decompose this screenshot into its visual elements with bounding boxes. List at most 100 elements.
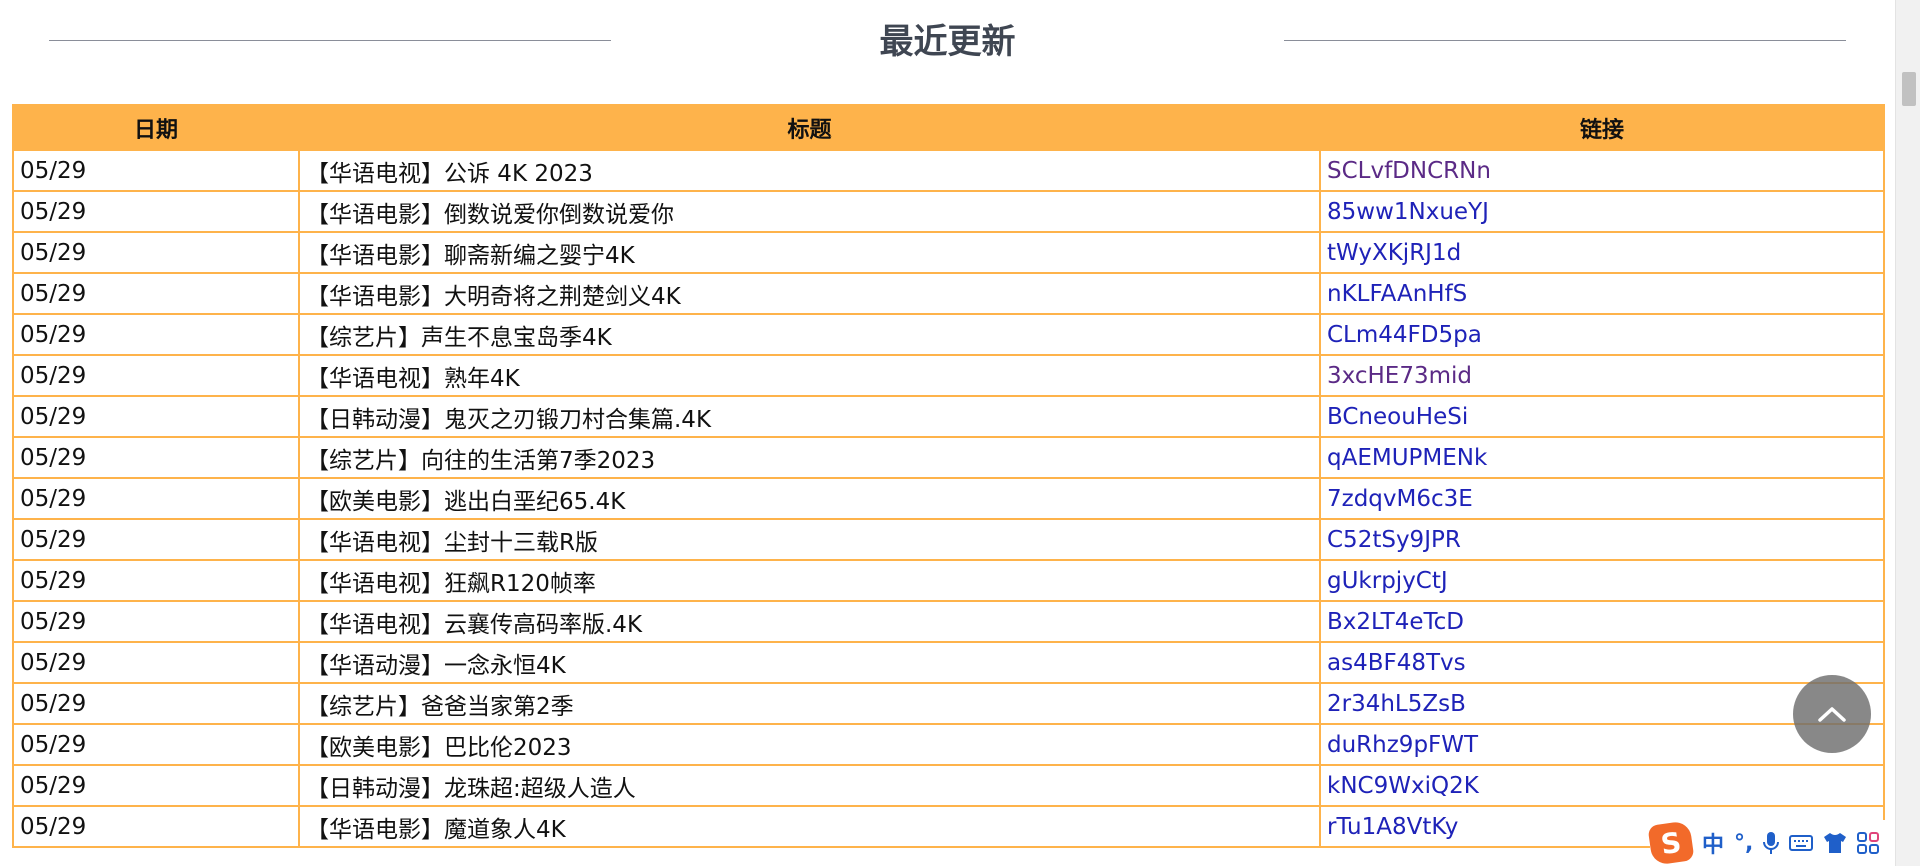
ime-skin-button[interactable] — [1823, 832, 1847, 854]
row-title: 【综艺片】向往的生活第7季2023 — [298, 436, 1321, 479]
row-link[interactable]: rTu1A8VtKy — [1327, 814, 1458, 840]
row-date: 05/29 — [12, 559, 300, 602]
row-title: 【华语电影】大明奇将之荆楚剑义4K — [298, 272, 1321, 315]
row-title: 【华语电视】公诉 4K 2023 — [298, 149, 1321, 192]
ime-toolbox-button[interactable] — [1857, 832, 1880, 854]
ime-language-toggle[interactable]: 中 — [1702, 827, 1724, 859]
row-link-cell: tWyXKjRJ1d — [1319, 231, 1885, 274]
row-title: 【华语电视】熟年4K — [298, 354, 1321, 397]
updates-table: 日期 标题 链接 05/29 【华语电视】公诉 4K 2023 SCLvfDNCRN… — [12, 104, 1885, 848]
row-title: 【综艺片】声生不息宝岛季4K — [298, 313, 1321, 356]
row-title: 【综艺片】爸爸当家第2季 — [298, 682, 1321, 725]
row-link-cell: qAEMUPMENk — [1319, 436, 1885, 479]
row-link-cell: kNC9WxiQ2K — [1319, 764, 1885, 807]
row-link[interactable]: kNC9WxiQ2K — [1327, 773, 1479, 799]
row-link-cell: 7zdqvM6c3E — [1319, 477, 1885, 520]
table-row: 05/29 【华语电影】魔道象人4K rTu1A8VtKy — [12, 805, 1885, 848]
row-title: 【华语电视】尘封十三载R版 — [298, 518, 1321, 561]
row-link[interactable]: C52tSy9JPR — [1327, 527, 1461, 553]
ime-keyboard-button[interactable] — [1789, 834, 1814, 852]
row-title: 【欧美电影】巴比伦2023 — [298, 723, 1321, 766]
row-date: 05/29 — [12, 764, 300, 807]
back-to-top-button[interactable] — [1793, 675, 1871, 753]
row-link[interactable]: tWyXKjRJ1d — [1327, 240, 1461, 266]
row-link-cell: C52tSy9JPR — [1319, 518, 1885, 561]
ime-logo[interactable]: S — [1647, 820, 1695, 866]
header-divider-right — [1284, 40, 1846, 41]
row-date: 05/29 — [12, 682, 300, 725]
row-date: 05/29 — [12, 313, 300, 356]
row-title: 【日韩动漫】鬼灭之刃锻刀村合集篇.4K — [298, 395, 1321, 438]
row-link[interactable]: gUkrpjyCtJ — [1327, 568, 1448, 594]
section-title: 最近更新 — [879, 22, 1016, 62]
table-row: 05/29 【华语电影】倒数说爱你倒数说爱你 85ww1NxueYJ — [12, 190, 1885, 233]
table-row: 05/29 【华语电视】熟年4K 3xcHE73mid — [12, 354, 1885, 397]
row-link[interactable]: qAEMUPMENk — [1327, 445, 1487, 471]
table-row: 05/29 【日韩动漫】龙珠超:超级人造人 kNC9WxiQ2K — [12, 764, 1885, 807]
row-link-cell: BCneouHeSi — [1319, 395, 1885, 438]
keyboard-icon — [1789, 835, 1814, 851]
row-date: 05/29 — [12, 272, 300, 315]
row-link-cell: 3xcHE73mid — [1319, 354, 1885, 397]
column-header-title: 标题 — [298, 104, 1321, 151]
table-row: 05/29 【欧美电影】巴比伦2023 duRhz9pFWT — [12, 723, 1885, 766]
ime-punctuation-toggle[interactable]: °, — [1734, 831, 1753, 856]
row-link[interactable]: 3xcHE73mid — [1327, 363, 1472, 389]
row-date: 05/29 — [12, 477, 300, 520]
scrollbar-thumb[interactable] — [1902, 72, 1916, 106]
row-link[interactable]: duRhz9pFWT — [1327, 732, 1478, 758]
ime-toolbar: S 中 °, — [1647, 820, 1895, 866]
row-date: 05/29 — [12, 354, 300, 397]
row-link-cell: 85ww1NxueYJ — [1319, 190, 1885, 233]
row-date: 05/29 — [12, 600, 300, 643]
table-row: 05/29 【华语电视】尘封十三载R版 C52tSy9JPR — [12, 518, 1885, 561]
row-link[interactable]: 85ww1NxueYJ — [1327, 199, 1489, 225]
row-title: 【华语动漫】一念永恒4K — [298, 641, 1321, 684]
row-title: 【华语电影】聊斋新编之婴宁4K — [298, 231, 1321, 274]
table-row: 05/29 【华语动漫】一念永恒4K as4BF48Tvs — [12, 641, 1885, 684]
chevron-up-icon — [1818, 707, 1846, 722]
row-date: 05/29 — [12, 805, 300, 848]
table-row: 05/29 【综艺片】向往的生活第7季2023 qAEMUPMENk — [12, 436, 1885, 479]
ime-voice-button[interactable] — [1763, 831, 1780, 855]
table-row: 05/29 【综艺片】爸爸当家第2季 2r34hL5ZsB — [12, 682, 1885, 725]
table-row: 05/29 【综艺片】声生不息宝岛季4K CLm44FD5pa — [12, 313, 1885, 356]
table-row: 05/29 【日韩动漫】鬼灭之刃锻刀村合集篇.4K BCneouHeSi — [12, 395, 1885, 438]
row-date: 05/29 — [12, 641, 300, 684]
row-link-cell: gUkrpjyCtJ — [1319, 559, 1885, 602]
row-link[interactable]: 7zdqvM6c3E — [1327, 486, 1473, 512]
microphone-icon — [1763, 832, 1780, 854]
page: 最近更新 日期 标题 链接 05/29 【华语电视】公诉 4K 2023 SCLvf… — [0, 0, 1895, 866]
row-link-cell: as4BF48Tvs — [1319, 641, 1885, 684]
table-row: 05/29 【华语电视】云襄传高码率版.4K Bx2LT4eTcD — [12, 600, 1885, 643]
row-link[interactable]: as4BF48Tvs — [1327, 650, 1466, 676]
row-link[interactable]: 2r34hL5ZsB — [1327, 691, 1466, 717]
row-link[interactable]: CLm44FD5pa — [1327, 322, 1482, 348]
row-date: 05/29 — [12, 395, 300, 438]
table-row: 05/29 【欧美电影】逃出白垩纪65.4K 7zdqvM6c3E — [12, 477, 1885, 520]
row-link-cell: nKLFAAnHfS — [1319, 272, 1885, 315]
section-header: 最近更新 — [0, 0, 1895, 84]
row-title: 【华语电影】倒数说爱你倒数说爱你 — [298, 190, 1321, 233]
shirt-icon — [1824, 833, 1847, 853]
row-link-cell: SCLvfDNCRNn — [1319, 149, 1885, 192]
row-date: 05/29 — [12, 436, 300, 479]
column-header-link: 链接 — [1319, 104, 1885, 151]
row-title: 【华语电影】魔道象人4K — [298, 805, 1321, 848]
row-title: 【华语电视】云襄传高码率版.4K — [298, 600, 1321, 643]
row-title: 【日韩动漫】龙珠超:超级人造人 — [298, 764, 1321, 807]
row-link-cell: Bx2LT4eTcD — [1319, 600, 1885, 643]
row-date: 05/29 — [12, 231, 300, 274]
row-title: 【欧美电影】逃出白垩纪65.4K — [298, 477, 1321, 520]
row-link[interactable]: BCneouHeSi — [1327, 404, 1468, 430]
table-row: 05/29 【华语电视】公诉 4K 2023 SCLvfDNCRNn — [12, 149, 1885, 192]
table-row: 05/29 【华语电视】狂飙R120帧率 gUkrpjyCtJ — [12, 559, 1885, 602]
table-row: 05/29 【华语电影】大明奇将之荆楚剑义4K nKLFAAnHfS — [12, 272, 1885, 315]
vertical-scrollbar[interactable] — [1895, 0, 1920, 866]
row-link[interactable]: nKLFAAnHfS — [1327, 281, 1467, 307]
row-date: 05/29 — [12, 723, 300, 766]
row-date: 05/29 — [12, 518, 300, 561]
column-header-date: 日期 — [12, 104, 300, 151]
row-link[interactable]: SCLvfDNCRNn — [1327, 158, 1491, 184]
row-link[interactable]: Bx2LT4eTcD — [1327, 609, 1464, 635]
